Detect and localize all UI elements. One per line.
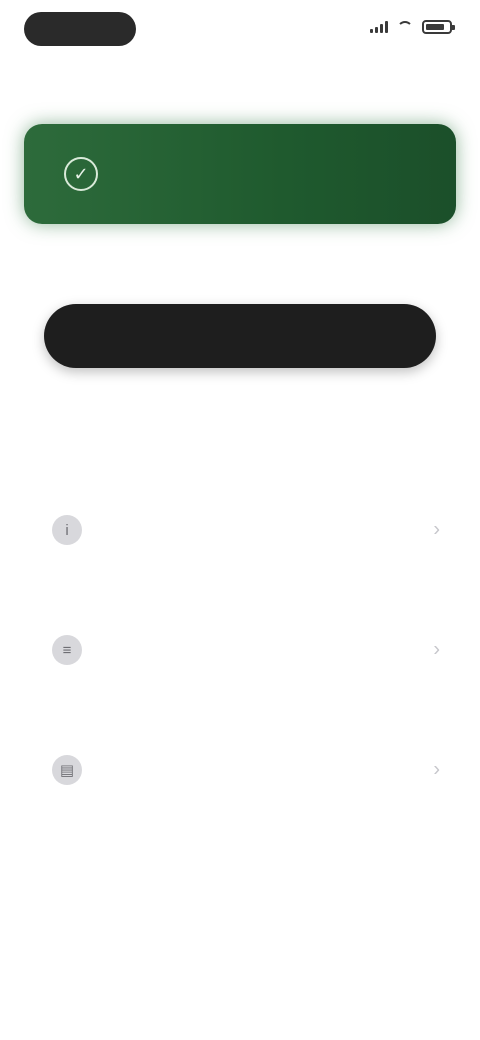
status-time	[24, 12, 136, 46]
document-icon: ▤	[52, 755, 82, 785]
status-bar	[0, 0, 480, 64]
status-icons	[370, 20, 455, 34]
primary-button[interactable]	[44, 304, 436, 368]
chevron-right-icon: ›	[433, 758, 440, 781]
status-banner: ✓	[24, 124, 456, 224]
list-item[interactable]: i ›	[0, 470, 480, 590]
check-circle-icon: ✓	[64, 157, 98, 191]
chevron-right-icon: ›	[433, 518, 440, 541]
signal-icon	[370, 21, 388, 33]
battery-icon	[422, 20, 455, 34]
top-nav	[24, 80, 456, 108]
wifi-icon	[396, 21, 414, 33]
list-item[interactable]: ▤ ›	[0, 710, 480, 830]
chevron-right-icon: ›	[433, 638, 440, 661]
info-icon: i	[52, 515, 82, 545]
menu-icon: ≡	[52, 635, 82, 665]
options-list: i › ≡ › ▤ ›	[0, 470, 480, 830]
list-item[interactable]: ≡ ›	[0, 590, 480, 710]
